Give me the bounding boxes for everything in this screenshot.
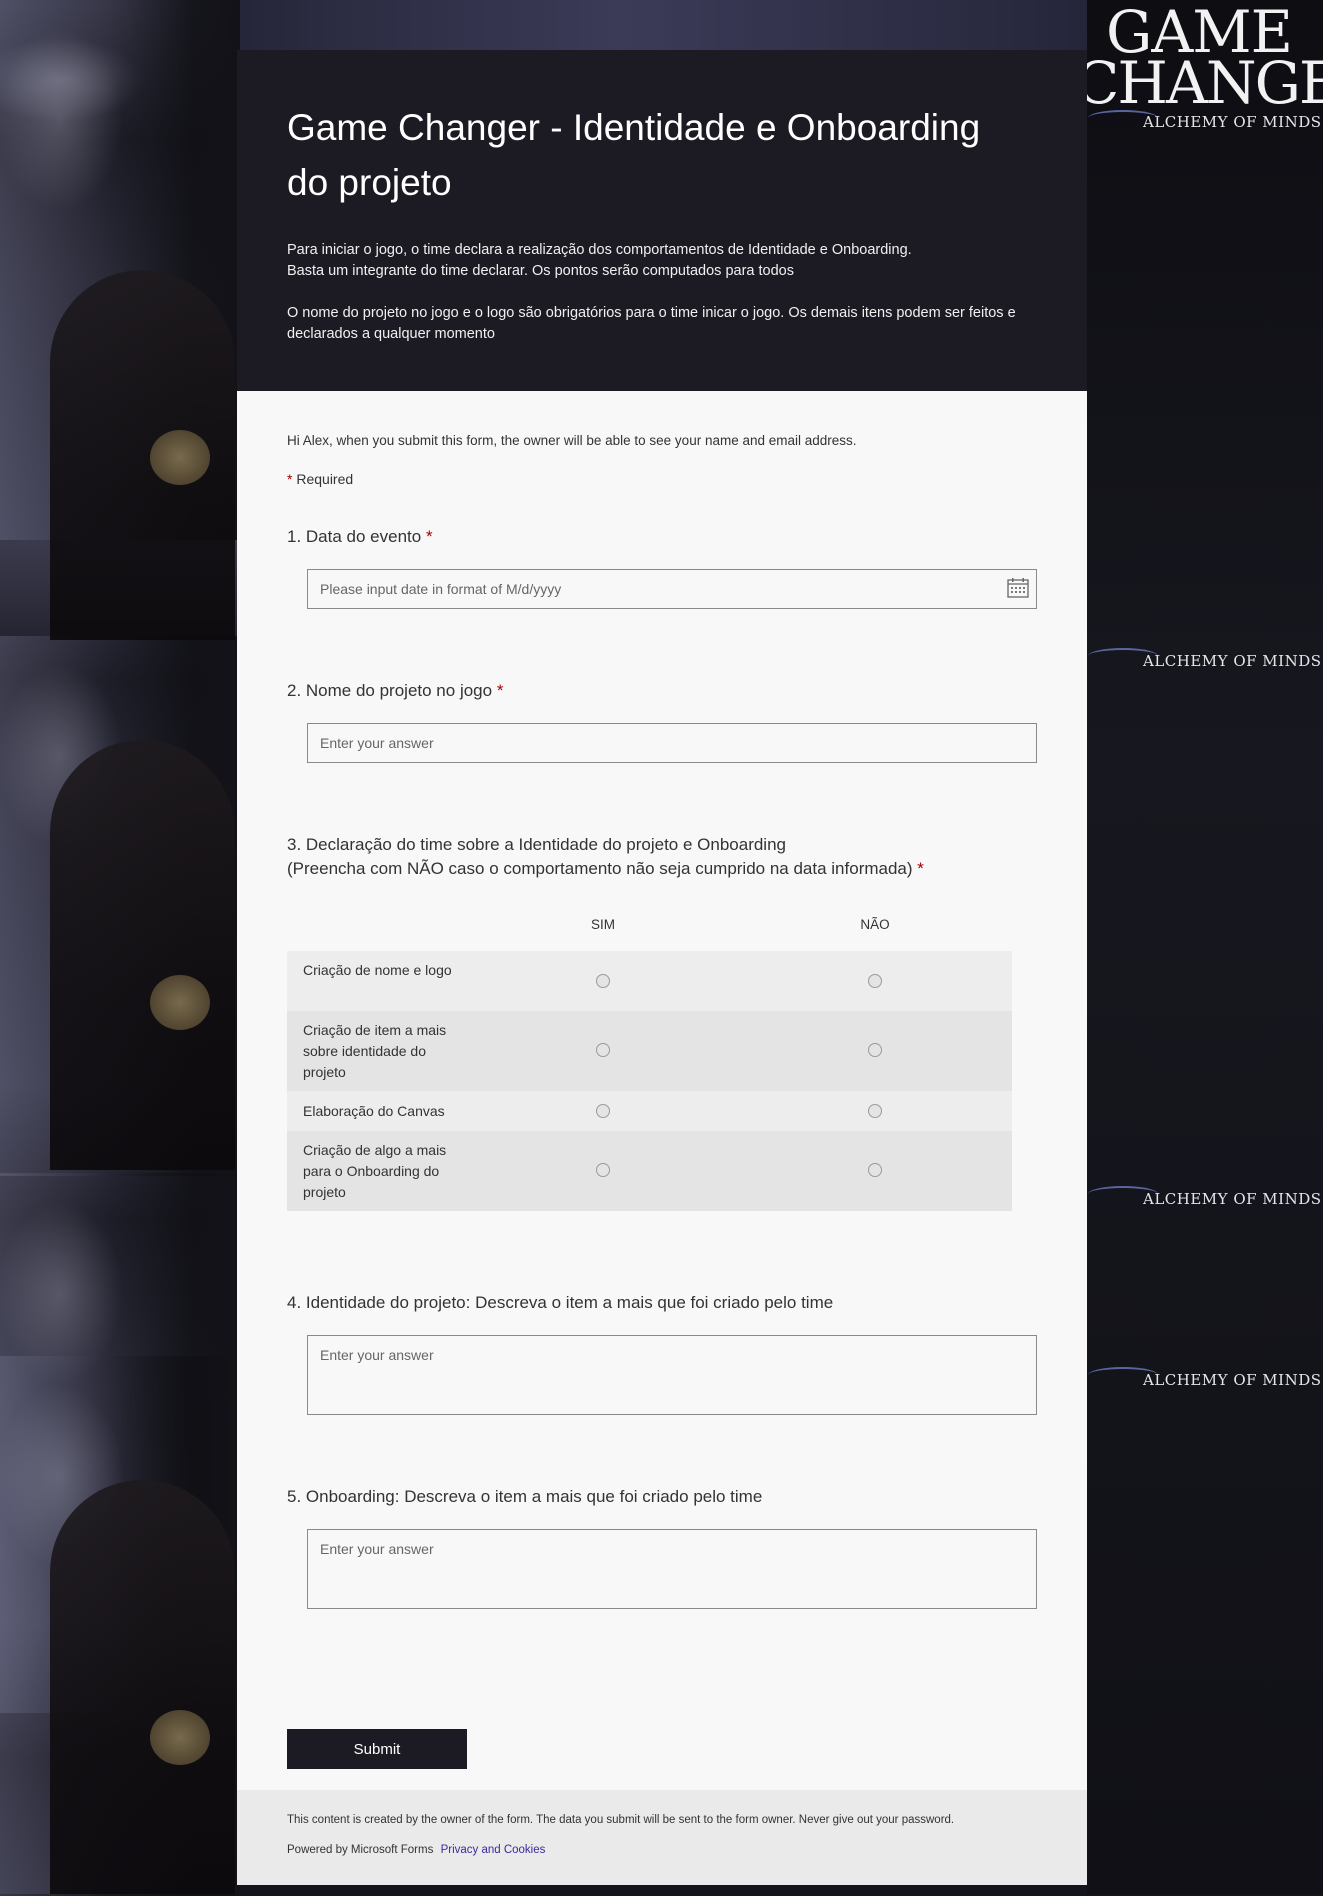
submit-button[interactable]: Submit: [287, 1729, 467, 1769]
question-4-label: 4. Identidade do projeto: Descreva o ite…: [287, 1293, 834, 1312]
question-3-label-line2: (Preencha com NÃO caso o comportamento n…: [287, 859, 913, 878]
required-asterisk: *: [425, 527, 433, 546]
radio-sim[interactable]: [596, 1104, 610, 1118]
form-body: Hi Alex, when you submit this form, the …: [237, 391, 1087, 1790]
question-4-title: 4. Identidade do projeto: Descreva o ite…: [287, 1291, 833, 1315]
required-asterisk: *: [496, 681, 504, 700]
matrix-row: Criação de nome e logo: [287, 951, 1012, 1011]
matrix-column-nao: NÃO: [860, 917, 890, 932]
question-2-label: 2. Nome do projeto no jogo: [287, 681, 493, 700]
logo-tagline: ALCHEMY OF MINDS: [1143, 1371, 1322, 1389]
radio-sim[interactable]: [596, 1043, 610, 1057]
privacy-cookies-link[interactable]: Privacy and Cookies: [441, 1844, 546, 1856]
identity-notice: Hi Alex, when you submit this form, the …: [287, 433, 857, 448]
identity-answer-textarea[interactable]: [307, 1335, 1037, 1415]
required-label: Required: [296, 471, 354, 487]
form-footer: This content is created by the owner of …: [237, 1790, 1087, 1885]
background-hand: [150, 430, 210, 485]
logo-swoosh: [1088, 1367, 1158, 1383]
radio-nao[interactable]: [868, 1163, 882, 1177]
logo-tagline: ALCHEMY OF MINDS: [1143, 1190, 1322, 1208]
matrix-header: SIM NÃO: [287, 909, 1012, 951]
powered-by-text: Powered by Microsoft Forms: [287, 1844, 434, 1856]
radio-nao[interactable]: [868, 974, 882, 988]
logo-swoosh: [1088, 648, 1158, 664]
question-1-title: 1. Data do evento *: [287, 525, 433, 549]
calendar-icon[interactable]: [1007, 578, 1029, 598]
project-name-input[interactable]: [307, 723, 1037, 763]
logo-swoosh: [1088, 1186, 1158, 1202]
background-top-strip: [240, 0, 1090, 50]
background-right-panel: [1087, 0, 1323, 1894]
question-5-title: 5. Onboarding: Descreva o item a mais qu…: [287, 1485, 762, 1509]
background-hand: [150, 975, 210, 1030]
required-asterisk: *: [917, 859, 924, 878]
form-header: Game Changer - Identidade e Onboarding d…: [237, 50, 1087, 391]
matrix-row-label: Criação de nome e logo: [303, 962, 452, 978]
form-title: Game Changer - Identidade e Onboarding d…: [287, 107, 981, 203]
matrix-row-label: Elaboração do Canvas: [303, 1103, 445, 1119]
matrix-row: Criação de item a mais sobre identidade …: [287, 1011, 1012, 1091]
matrix-row-label: Criação de item a mais sobre identidade …: [303, 1022, 447, 1080]
form-card: Game Changer - Identidade e Onboarding d…: [237, 50, 1087, 1885]
required-asterisk: *: [287, 471, 293, 487]
radio-nao[interactable]: [868, 1043, 882, 1057]
logo-tagline: ALCHEMY OF MINDS: [1143, 113, 1322, 131]
onboarding-answer-textarea[interactable]: [307, 1529, 1037, 1609]
question-2-title: 2. Nome do projeto no jogo *: [287, 679, 503, 703]
description-line: Basta um integrante do time declarar. Os…: [287, 263, 794, 279]
background-hooded-figure: [50, 740, 235, 1170]
required-legend: * Required: [287, 471, 353, 487]
date-input[interactable]: [307, 569, 1037, 609]
radio-nao[interactable]: [868, 1104, 882, 1118]
footer-powered-by: Powered by Microsoft Forms Privacy and C…: [287, 1844, 545, 1856]
likert-matrix: SIM NÃO Criação de nome e logo Criação d…: [287, 909, 1012, 1211]
logo-swoosh: [1088, 110, 1158, 126]
logo-tagline: ALCHEMY OF MINDS: [1143, 652, 1322, 670]
background-hand: [150, 1710, 210, 1765]
description-line: O nome do projeto no jogo e o logo são o…: [287, 305, 1016, 342]
description-line: Para iniciar o jogo, o time declara a re…: [287, 242, 912, 258]
logo-line2: CHANGER: [1075, 49, 1323, 117]
matrix-column-sim: SIM: [590, 917, 615, 932]
question-3-label-line1: 3. Declaração do time sobre a Identidade…: [287, 835, 786, 854]
question-3-title: 3. Declaração do time sobre a Identidade…: [287, 833, 924, 881]
footer-disclaimer: This content is created by the owner of …: [287, 1814, 955, 1826]
matrix-row-label: Criação de algo a mais para o Onboarding…: [303, 1142, 447, 1200]
question-5-label: 5. Onboarding: Descreva o item a mais qu…: [287, 1487, 763, 1506]
radio-sim[interactable]: [596, 1163, 610, 1177]
matrix-row: Criação de algo a mais para o Onboarding…: [287, 1131, 1012, 1211]
radio-sim[interactable]: [596, 974, 610, 988]
question-1-label: 1. Data do evento: [287, 527, 422, 546]
matrix-row: Elaboração do Canvas: [287, 1091, 1012, 1131]
background-hooded-figure: [50, 1480, 235, 1894]
form-description: Para iniciar o jogo, o time declara a re…: [287, 240, 1037, 345]
